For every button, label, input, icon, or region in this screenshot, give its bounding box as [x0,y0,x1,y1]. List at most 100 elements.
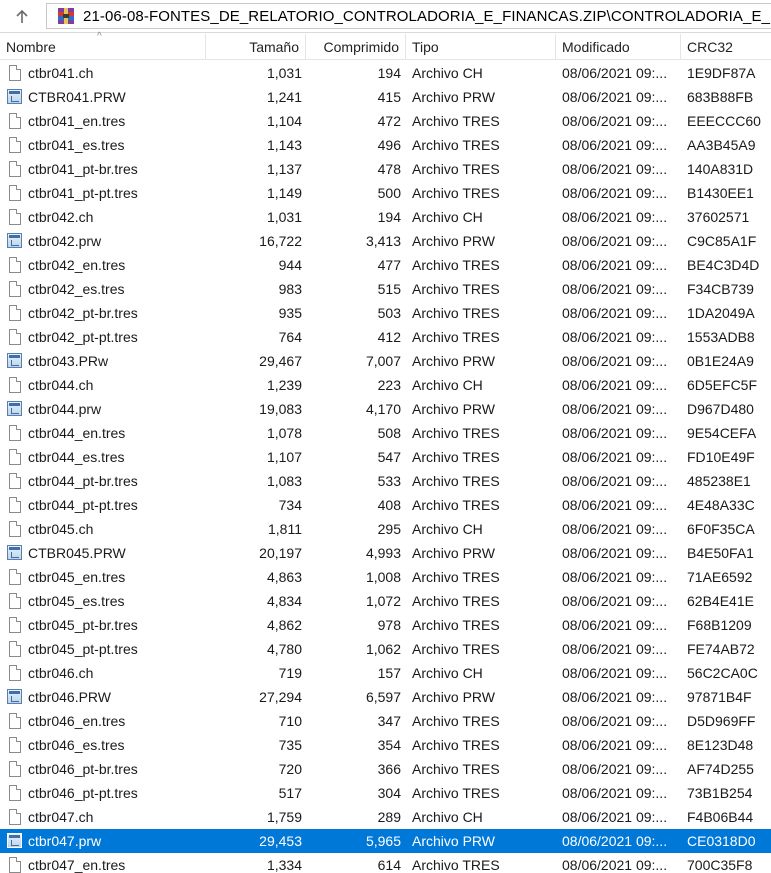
document-icon [7,136,23,154]
file-row[interactable]: ctbr041_pt-br.tres 1,137 478 Archivo TRES 08… [0,157,771,181]
file-row[interactable]: ctbr047.ch 1,759 289 Archivo CH 08/06/2021 0… [0,805,771,829]
file-row[interactable]: ctbr041.ch 1,031 194 Archivo CH 08/06/2021 0… [0,61,771,85]
file-modified: 08/06/2021 09:... [562,233,668,249]
file-row[interactable]: ctbr043.PRw 29,467 7,007 Archivo PRW 08/06/2… [0,349,771,373]
column-label-compressed: Comprimido [323,39,399,55]
file-type: Archivo PRW [412,89,495,105]
column-header-modified[interactable]: Modificado [556,34,681,59]
file-name: ctbr047_en.tres [28,857,126,873]
file-type: Archivo PRW [412,833,495,849]
file-row[interactable]: ctbr044_pt-pt.tres 734 408 Archivo TRES 08/0… [0,493,771,517]
document-icon [7,112,23,130]
file-row[interactable]: ctbr045_es.tres 4,834 1,072 Archivo TRES 08/… [0,589,771,613]
file-modified: 08/06/2021 09:... [562,425,668,441]
file-row[interactable]: ctbr045_en.tres 4,863 1,008 Archivo TRES 08/… [0,565,771,589]
file-row[interactable]: ctbr042_es.tres 983 515 Archivo TRES 08/06/2… [0,277,771,301]
file-row[interactable]: ctbr042.ch 1,031 194 Archivo CH 08/06/2021 0… [0,205,771,229]
file-row[interactable]: ctbr041_en.tres 1,104 472 Archivo TRES 08/06… [0,109,771,133]
file-row[interactable]: ctbr044_pt-br.tres 1,083 533 Archivo TRES 08… [0,469,771,493]
file-size: 720 [278,761,302,777]
file-compressed-size: 472 [377,113,401,129]
file-crc32: D967D480 [687,401,754,417]
column-header: ^ Nombre Tamaño Comprimido Tipo Modifica… [0,31,771,60]
file-compressed-size: 6,597 [365,689,401,705]
file-type: Archivo TRES [412,257,500,273]
file-compressed-size: 7,007 [365,353,401,369]
file-row[interactable]: ctbr045_pt-br.tres 4,862 978 Archivo TRES 08… [0,613,771,637]
file-type: Archivo CH [412,665,483,681]
file-compressed-size: 978 [377,617,401,633]
file-modified: 08/06/2021 09:... [562,593,668,609]
file-row[interactable]: ctbr044.prw 19,083 4,170 Archivo PRW 08/06/2… [0,397,771,421]
file-compressed-size: 415 [377,89,401,105]
file-row[interactable]: ctbr044_en.tres 1,078 508 Archivo TRES 08/06… [0,421,771,445]
file-row[interactable]: ctbr042_pt-pt.tres 764 412 Archivo TRES 08/0… [0,325,771,349]
file-row[interactable]: CTBR045.PRW 20,197 4,993 Archivo PRW 08/06/2… [0,541,771,565]
file-compressed-size: 347 [377,713,401,729]
file-row[interactable]: ctbr047.prw 29,453 5,965 Archivo PRW 08/06/2… [0,829,771,853]
file-name: ctbr046_pt-pt.tres [28,785,138,801]
file-row[interactable]: ctbr046_es.tres 735 354 Archivo TRES 08/06/2… [0,733,771,757]
file-crc32: 9E54CEFA [687,425,757,441]
file-row[interactable]: ctbr045_pt-pt.tres 4,780 1,062 Archivo TRES… [0,637,771,661]
file-compressed-size: 412 [377,329,401,345]
column-header-size[interactable]: Tamaño [206,34,306,59]
file-name: ctbr042_pt-br.tres [28,305,138,321]
file-row[interactable]: ctbr046_en.tres 710 347 Archivo TRES 08/06/2… [0,709,771,733]
file-row[interactable]: ctbr044.ch 1,239 223 Archivo CH 08/06/2021 0… [0,373,771,397]
document-icon [7,304,23,322]
file-name: ctbr046_pt-br.tres [28,761,138,777]
file-crc32: 6D5EFC5F [687,377,758,393]
column-header-name[interactable]: ^ Nombre [0,31,206,59]
file-row[interactable]: ctbr046.PRW 27,294 6,597 Archivo PRW 08/06/2… [0,685,771,709]
prw-file-icon [7,400,23,418]
file-modified: 08/06/2021 09:... [562,161,668,177]
column-header-type[interactable]: Tipo [406,34,556,59]
file-compressed-size: 515 [377,281,401,297]
file-name: ctbr041_pt-br.tres [28,161,138,177]
file-crc32: F68B1209 [687,617,752,633]
up-folder-button[interactable] [0,0,44,33]
file-row[interactable]: ctbr046_pt-pt.tres 517 304 Archivo TRES 08/0… [0,781,771,805]
file-row[interactable]: ctbr046.ch 719 157 Archivo CH 08/06/2021 09:… [0,661,771,685]
column-header-compressed[interactable]: Comprimido [306,34,406,59]
file-size: 29,453 [259,833,302,849]
file-row[interactable]: ctbr042_en.tres 944 477 Archivo TRES 08/06/2… [0,253,771,277]
file-crc32: D5D969FF [687,713,756,729]
column-label-modified: Modificado [562,39,630,55]
file-type: Archivo TRES [412,449,500,465]
file-size: 20,197 [259,545,302,561]
document-icon [7,448,23,466]
file-row[interactable]: ctbr045.ch 1,811 295 Archivo CH 08/06/2021 0… [0,517,771,541]
file-crc32: 37602571 [687,209,750,225]
file-crc32: 1553ADB8 [687,329,755,345]
file-row[interactable]: ctbr047_en.tres 1,334 614 Archivo TRES 08/06… [0,853,771,873]
document-icon [7,496,23,514]
file-modified: 08/06/2021 09:... [562,89,668,105]
file-row[interactable]: CTBR041.PRW 1,241 415 Archivo PRW 08/06/2021… [0,85,771,109]
file-row[interactable]: ctbr041_pt-pt.tres 1,149 500 Archivo TRES 08… [0,181,771,205]
file-crc32: F4B06B44 [687,809,754,825]
file-compressed-size: 500 [377,185,401,201]
file-row[interactable]: ctbr041_es.tres 1,143 496 Archivo TRES 08/06… [0,133,771,157]
column-label-name: Nombre [6,39,56,55]
document-icon [7,592,23,610]
file-compressed-size: 304 [377,785,401,801]
file-name: ctbr042_es.tres [28,281,125,297]
file-row[interactable]: ctbr042_pt-br.tres 935 503 Archivo TRES 08/0… [0,301,771,325]
column-header-crc[interactable]: CRC32 [681,34,771,59]
file-type: Archivo TRES [412,305,500,321]
file-row[interactable]: ctbr044_es.tres 1,107 547 Archivo TRES 08/06… [0,445,771,469]
file-crc32: 0B1E24A9 [687,353,754,369]
file-size: 4,834 [266,593,302,609]
prw-file-icon [7,832,23,850]
file-row[interactable]: ctbr042.prw 16,722 3,413 Archivo PRW 08/06/2… [0,229,771,253]
file-compressed-size: 1,072 [365,593,401,609]
file-type: Archivo TRES [412,329,500,345]
prw-file-icon [7,544,23,562]
prw-file-icon [7,688,23,706]
file-row[interactable]: ctbr046_pt-br.tres 720 366 Archivo TRES 08/0… [0,757,771,781]
address-field[interactable]: 21-06-08-FONTES_DE_RELATORIO_CONTROLADOR… [46,3,771,29]
document-icon [7,760,23,778]
file-modified: 08/06/2021 09:... [562,281,668,297]
